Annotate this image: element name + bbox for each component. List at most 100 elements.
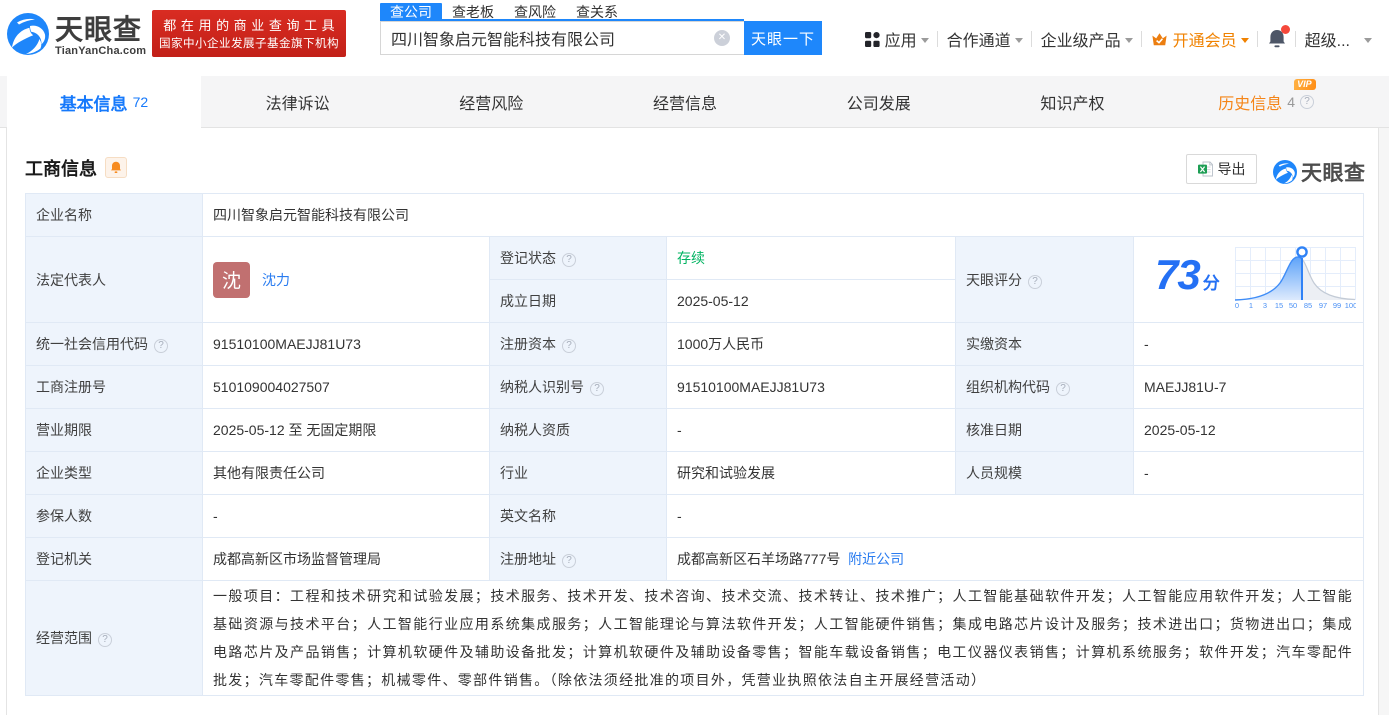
search-input[interactable]: 四川智象启元智能科技有限公司 ✕ xyxy=(380,21,744,55)
logo-cn: 天眼查 xyxy=(55,14,143,45)
reg-capital-value: 1000万人民币 xyxy=(666,322,956,366)
reg-address-value: 成都高新区石羊场路777号 附近公司 xyxy=(665,537,1365,581)
search-button[interactable]: 天眼一下 xyxy=(744,21,822,55)
svg-text:15: 15 xyxy=(1275,301,1283,309)
svg-text:50: 50 xyxy=(1289,301,1297,309)
clear-search-icon[interactable]: ✕ xyxy=(714,30,730,46)
divider xyxy=(1257,31,1259,47)
menu-account-label: 超级... xyxy=(1304,33,1350,50)
help-icon[interactable]: ? xyxy=(98,633,112,647)
monitor-bell-button[interactable] xyxy=(105,157,127,178)
tab-business-info-label: 经营信息 xyxy=(653,96,718,113)
business-info-table: 企业名称 四川智象启元智能科技有限公司 法定代表人 沈 沈力 登记状态? 存续 … xyxy=(25,193,1365,696)
reg-number-label: 工商注册号 xyxy=(25,365,203,409)
help-icon[interactable]: ? xyxy=(1028,274,1042,289)
menu-vip[interactable]: 开通会员 xyxy=(1151,27,1249,51)
logo-en: TianYanCha.com xyxy=(55,45,147,57)
approval-date-label: 核准日期 xyxy=(955,408,1134,452)
tab-intellectual-property-label: 知识产权 xyxy=(1040,96,1105,113)
business-scope-label: 经营范围? xyxy=(25,580,203,696)
excel-icon xyxy=(1197,161,1213,177)
tab-history-info[interactable]: 历史信息 4 ? VIP xyxy=(1169,76,1363,128)
section-title: 工商信息 xyxy=(25,159,97,179)
notification-badge xyxy=(1280,25,1290,34)
tab-legal[interactable]: 法律诉讼 xyxy=(201,76,395,128)
score-cell: 73 分 0 1 3 15 50 85 97 99 100 xyxy=(1132,236,1365,323)
help-icon[interactable]: ? xyxy=(590,382,604,396)
search-tab-risk[interactable]: 查风险 xyxy=(504,3,566,21)
table-row: 工商注册号 510109004027507 纳税人识别号? 91510100MA… xyxy=(25,365,1365,409)
menu-cooperation[interactable]: 合作通道 xyxy=(947,27,1023,51)
menu-apps[interactable]: 应用 xyxy=(864,27,929,51)
export-button[interactable]: 导出 xyxy=(1186,154,1257,184)
tab-history-info-count: 4 xyxy=(1287,94,1296,110)
menu-apps-label: 应用 xyxy=(884,33,917,50)
tianyancha-logo[interactable]: 天眼查 TianYanCha.com xyxy=(7,13,146,57)
svg-text:99: 99 xyxy=(1333,301,1341,309)
tab-operation-risk-label: 经营风险 xyxy=(459,96,524,113)
orange-bell-icon xyxy=(111,161,121,173)
svg-text:97: 97 xyxy=(1319,301,1327,309)
establish-date-value: 2025-05-12 xyxy=(666,279,956,323)
tab-business-info[interactable]: 经营信息 xyxy=(588,76,782,128)
promo-line1: 都在用的商业查询工具 xyxy=(163,17,340,33)
tab-intellectual-property[interactable]: 知识产权 xyxy=(976,76,1170,128)
search-tab-company[interactable]: 查公司 xyxy=(380,3,442,21)
taxpayer-id-label: 纳税人识别号? xyxy=(489,365,667,409)
business-scope-value: 一般项目：工程和技术研究和试验发展；技术服务、技术开发、技术咨询、技术交流、技术… xyxy=(201,580,1365,696)
svg-text:0: 0 xyxy=(1235,301,1239,309)
help-icon[interactable]: ? xyxy=(1056,382,1070,396)
export-label: 导出 xyxy=(1217,161,1246,177)
notifications-bell[interactable] xyxy=(1267,25,1290,50)
industry-value: 研究和试验发展 xyxy=(666,451,956,495)
legal-rep-cell: 沈 沈力 xyxy=(202,236,490,323)
table-row: 参保人数 - 英文名称 - xyxy=(25,494,1365,538)
nearby-companies-link[interactable]: 附近公司 xyxy=(848,551,904,567)
legal-rep-avatar[interactable]: 沈 xyxy=(213,261,250,298)
reg-address-label: 注册地址? xyxy=(489,537,667,581)
search-query-text: 四川智象启元智能科技有限公司 xyxy=(391,32,616,49)
business-term-value: 2025-05-12 至 无固定期限 xyxy=(202,408,490,452)
search-area: 查公司 查老板 查风险 查关系 四川智象启元智能科技有限公司 ✕ 天眼一下 xyxy=(380,3,822,55)
org-code-label: 组织机构代码? xyxy=(955,365,1134,409)
help-icon[interactable]: ? xyxy=(562,554,576,568)
reg-number-value: 510109004027507 xyxy=(202,365,490,409)
menu-enterprise-label: 企业级产品 xyxy=(1040,33,1121,50)
table-row: 企业名称 四川智象启元智能科技有限公司 xyxy=(25,193,1365,237)
divider xyxy=(1141,31,1143,47)
company-nav-bar: 基本信息 72 法律诉讼 经营风险 经营信息 公司发展 知识产权 历史信息 4 … xyxy=(0,76,1389,128)
table-row: 法定代表人 沈 沈力 登记状态? 存续 天眼评分? 73 分 0 1 3 15 … xyxy=(25,236,1365,323)
legal-rep-label: 法定代表人 xyxy=(25,236,203,323)
menu-account[interactable]: 超级... xyxy=(1305,27,1372,51)
help-icon[interactable]: ? xyxy=(154,339,168,353)
scrollbar-track[interactable] xyxy=(1378,128,1389,715)
score-unit: 分 xyxy=(1202,274,1220,293)
tab-operation-risk[interactable]: 经营风险 xyxy=(394,76,588,128)
score-value: 73 xyxy=(1155,250,1201,298)
search-tab-relation[interactable]: 查关系 xyxy=(566,3,628,21)
staff-size-value: - xyxy=(1132,451,1365,495)
menu-enterprise[interactable]: 企业级产品 xyxy=(1041,27,1133,51)
insured-count-value: - xyxy=(202,494,490,538)
search-tab-boss[interactable]: 查老板 xyxy=(442,3,504,21)
insured-count-label: 参保人数 xyxy=(25,494,203,538)
help-icon[interactable]: ? xyxy=(562,339,576,353)
svg-text:100: 100 xyxy=(1344,301,1355,309)
tab-history-info-label: 历史信息 xyxy=(1218,96,1283,113)
menu-cooperation-label: 合作通道 xyxy=(946,33,1011,50)
paid-capital-value: - xyxy=(1132,322,1365,366)
chevron-down-icon xyxy=(920,38,929,43)
staff-size-label: 人员规模 xyxy=(955,451,1134,495)
establish-date-label: 成立日期 xyxy=(489,279,667,323)
legal-rep-link[interactable]: 沈力 xyxy=(262,270,290,290)
help-icon[interactable]: ? xyxy=(1300,95,1315,109)
company-type-label: 企业类型 xyxy=(25,451,203,495)
help-icon[interactable]: ? xyxy=(562,253,576,267)
tab-basic-info[interactable]: 基本信息 72 xyxy=(7,76,201,128)
business-term-label: 营业期限 xyxy=(25,408,203,452)
org-code-value: MAEJJ81U-7 xyxy=(1132,365,1365,409)
taxpayer-quality-value: - xyxy=(666,408,956,452)
tab-company-development[interactable]: 公司发展 xyxy=(782,76,976,128)
table-row: 经营范围? 一般项目：工程和技术研究和试验发展；技术服务、技术开发、技术咨询、技… xyxy=(25,580,1365,696)
top-menu: 应用 合作通道 企业级产品 开通会员 超级... xyxy=(864,25,1372,52)
